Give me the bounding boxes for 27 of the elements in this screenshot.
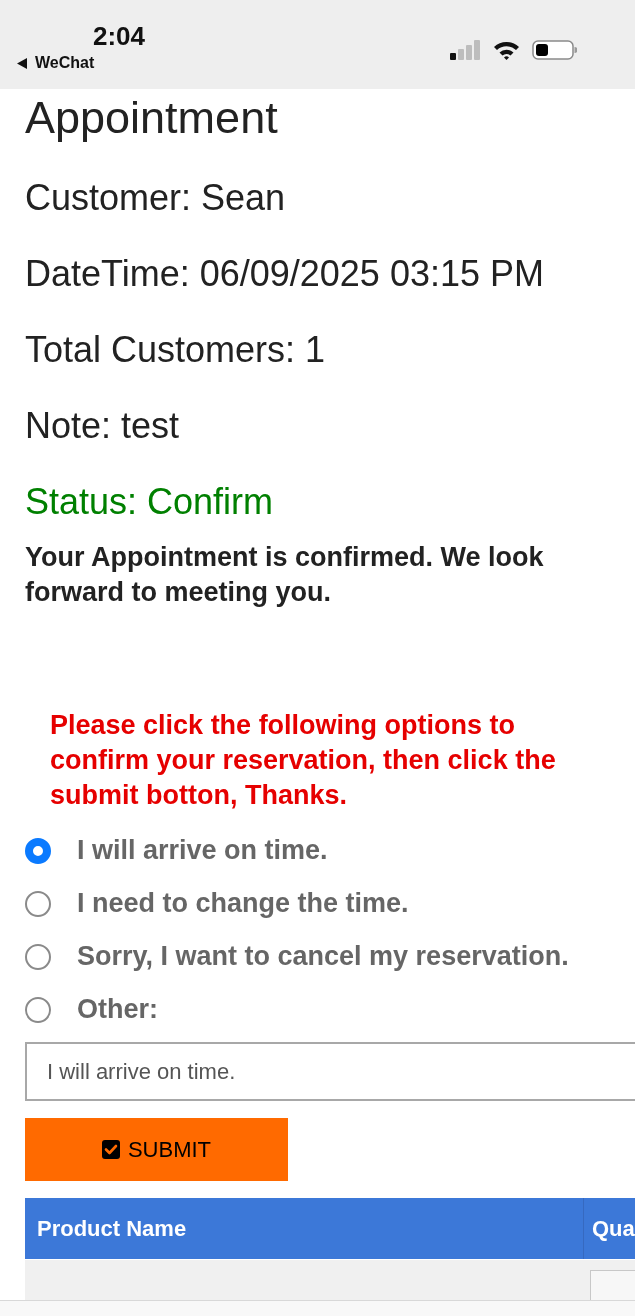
detail-text: Note: test <box>25 404 180 448</box>
detail-text: DateTime: 06/09/2025 03:15 PM <box>25 252 544 296</box>
instruction-text: Please click the following options to confirm your reservation, then click the submit botton, Thanks. <box>50 709 557 812</box>
submit-button[interactable]: SUBMIT <box>25 1118 288 1181</box>
page-title: Appointment <box>25 91 278 145</box>
confirmation-message: Your Appointment is confirmed. We look forward to meeting you. <box>25 541 545 609</box>
back-triangle-icon <box>17 57 27 69</box>
detail-text: Total Customers: 1 <box>25 328 326 372</box>
option-label: I will arrive on time. <box>77 835 328 866</box>
radio-button[interactable] <box>25 943 51 970</box>
back-link[interactable]: WeChat <box>17 53 95 73</box>
detail-text: Customer: Sean <box>25 176 286 220</box>
radio-button[interactable] <box>25 996 51 1023</box>
radio-button[interactable] <box>25 890 51 917</box>
radio-button[interactable] <box>25 837 51 864</box>
status-text: Status: Confirm <box>25 480 274 524</box>
column-header: Qua <box>583 1198 635 1259</box>
option-label: Other: <box>77 994 158 1025</box>
option-label: I need to change the time. <box>77 888 409 919</box>
option-label: Sorry, I want to cancel my reservation. <box>77 941 569 972</box>
checkbox-icon <box>101 1140 120 1160</box>
wifi-icon <box>493 39 520 60</box>
battery-icon <box>532 39 577 60</box>
input-field[interactable]: I will arrive on time. <box>25 1042 635 1102</box>
status-time: 2:04 <box>93 21 146 51</box>
signal-icon <box>450 39 481 60</box>
column-header: Product Name <box>25 1198 583 1259</box>
